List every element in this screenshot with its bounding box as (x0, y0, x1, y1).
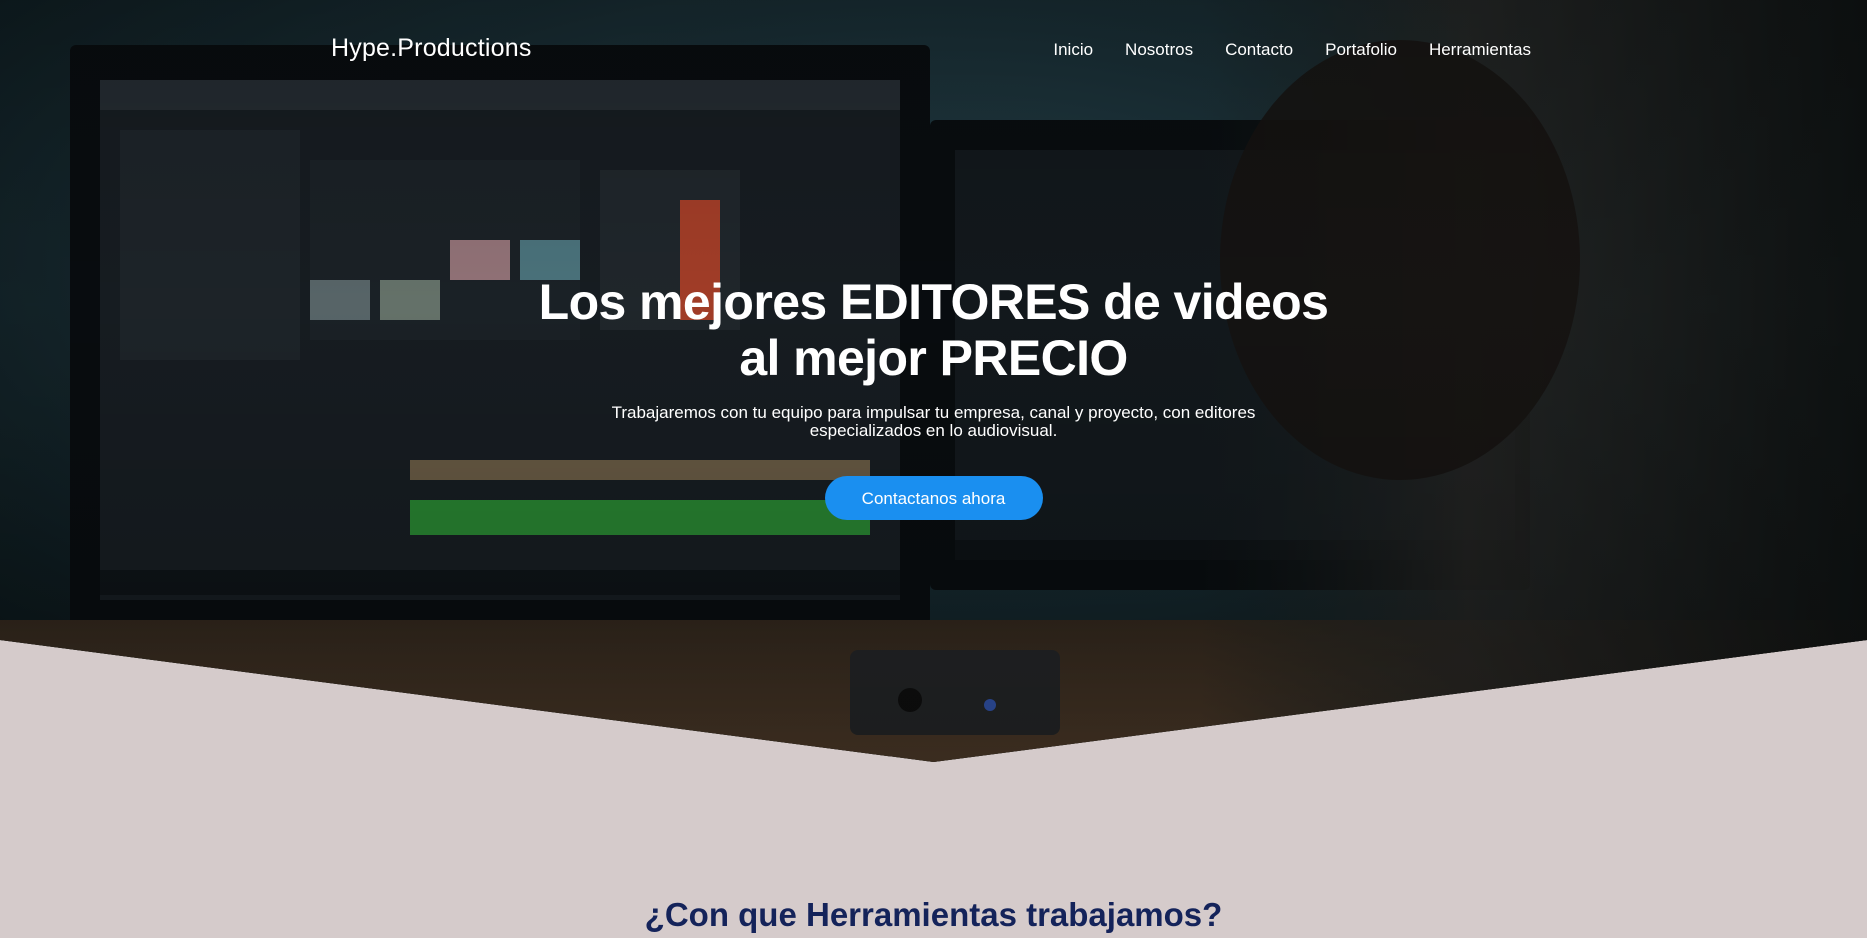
nav-item-contacto: Contacto (1225, 40, 1293, 60)
hero-title-line-2: al mejor PRECIO (739, 330, 1128, 386)
nav-item-nosotros: Nosotros (1125, 40, 1193, 60)
top-navigation: Hype.Productions Inicio Nosotros Contact… (0, 0, 1867, 100)
tools-section-title: ¿Con que Herramientas trabajamos? (644, 896, 1223, 933)
nav-item-herramientas: Herramientas (1429, 40, 1531, 60)
hero-content: Los mejores EDITORES de videos al mejor … (0, 274, 1867, 520)
brand-logo[interactable]: Hype.Productions (331, 34, 532, 63)
nav-link-inicio[interactable]: Inicio (1053, 40, 1093, 59)
nav-link-contacto[interactable]: Contacto (1225, 40, 1293, 59)
hero-section: Hype.Productions Inicio Nosotros Contact… (0, 0, 1867, 762)
hero-title-line-1: Los mejores EDITORES de videos (538, 274, 1329, 330)
page: Hype.Productions Inicio Nosotros Contact… (0, 0, 1867, 938)
nav-link-nosotros[interactable]: Nosotros (1125, 40, 1193, 59)
nav-item-inicio: Inicio (1053, 40, 1093, 60)
hero-subtitle: Trabajaremos con tu equipo para impulsar… (611, 403, 1256, 440)
contact-now-button[interactable]: Contactanos ahora (824, 476, 1043, 520)
nav-link-portafolio[interactable]: Portafolio (1325, 40, 1397, 59)
hero-title: Los mejores EDITORES de videos al mejor … (484, 274, 1384, 386)
nav-menu: Inicio Nosotros Contacto Portafolio Herr… (1053, 40, 1531, 60)
nav-link-herramientas[interactable]: Herramientas (1429, 40, 1531, 59)
nav-item-portafolio: Portafolio (1325, 40, 1397, 60)
